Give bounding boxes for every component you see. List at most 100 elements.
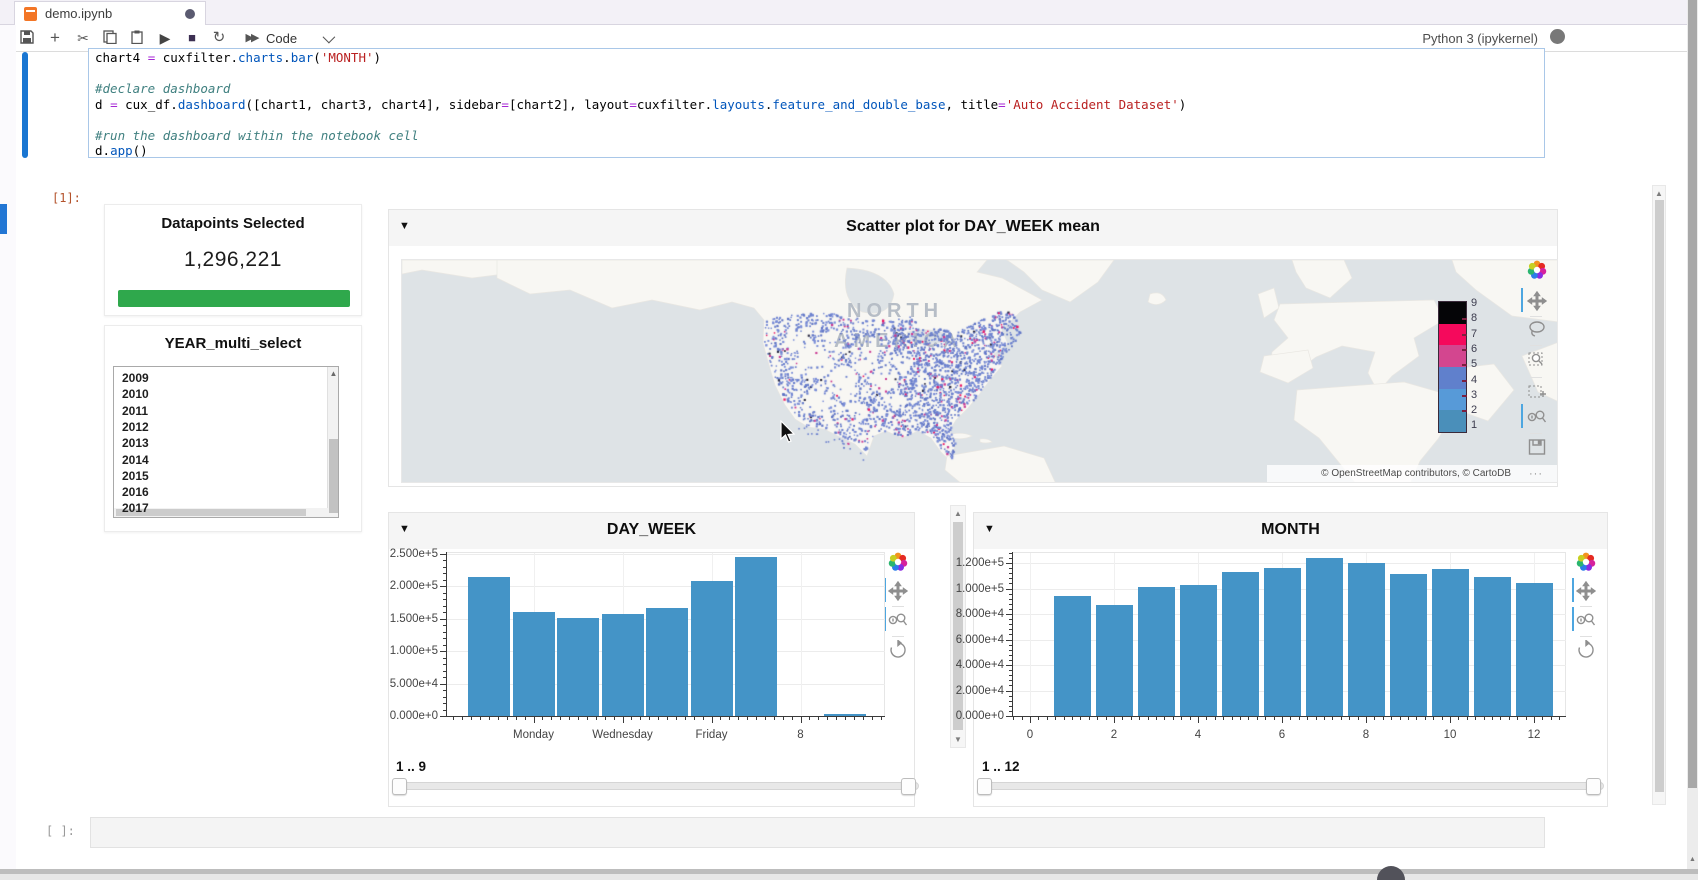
attribution-more-button[interactable]: ··· — [1529, 468, 1543, 480]
run-cell-button[interactable]: ▶ — [154, 28, 176, 48]
x-minor-tick — [1475, 717, 1476, 720]
day-week-range-label: 1 .. 9 — [396, 759, 426, 774]
bar-10[interactable] — [1432, 569, 1469, 716]
slider-handle-left[interactable] — [392, 778, 407, 795]
x-minor-tick — [1248, 717, 1249, 720]
slider-handle-right[interactable] — [901, 778, 916, 795]
year-option-2016[interactable]: 2016 — [122, 485, 149, 500]
year-list-vertical-scrollbar[interactable]: ▲ — [327, 367, 338, 517]
empty-code-cell[interactable] — [90, 817, 1545, 848]
slider-handle-left[interactable] — [977, 778, 992, 795]
scroll-thumb[interactable] — [953, 522, 963, 730]
lasso-select-tool-icon[interactable] — [1527, 319, 1547, 339]
kernel-name[interactable]: Python 3 (ipykernel) — [1422, 31, 1538, 46]
year-listbox[interactable]: ▲ 20092010 201120122013 2014201520162017 — [113, 366, 339, 518]
bar-1[interactable] — [468, 577, 510, 716]
reset-tool-icon[interactable] — [1576, 640, 1596, 660]
pan-tool-icon[interactable] — [1527, 291, 1547, 311]
restart-run-all-button[interactable]: ▶▶ — [236, 28, 266, 48]
toolbar-separator — [1530, 345, 1542, 346]
reset-tool-icon[interactable] — [888, 640, 908, 660]
wheel-zoom-tool-icon[interactable] — [888, 610, 908, 630]
cell-type-select[interactable]: Code — [266, 27, 344, 49]
month-range-slider[interactable] — [980, 782, 1604, 790]
bar-7[interactable] — [735, 557, 777, 716]
bar-8[interactable] — [1348, 563, 1385, 716]
x-minor-tick — [783, 717, 784, 720]
active-cell-indicator[interactable] — [22, 52, 28, 158]
scroll-thumb[interactable] — [329, 439, 338, 513]
add-cell-button[interactable]: + — [44, 28, 66, 48]
bar-7[interactable] — [1306, 558, 1343, 716]
bar-5[interactable] — [1222, 572, 1259, 716]
save-button[interactable] — [16, 28, 38, 48]
cut-cells-button[interactable]: ✂ — [72, 28, 94, 48]
map-attribution[interactable]: © OpenStreetMap contributors, © CartoDB — [1321, 468, 1511, 479]
y-tick-label: 2.000e+4 — [946, 685, 1004, 697]
slider-handle-right[interactable] — [1586, 778, 1601, 795]
pan-tool-icon[interactable] — [888, 581, 908, 601]
scroll-up-icon[interactable]: ▲ — [1653, 189, 1665, 198]
code-line: #run the dashboard within the notebook c… — [95, 128, 419, 143]
year-option-2010[interactable]: 2010 — [122, 387, 149, 402]
paste-cells-button[interactable] — [126, 28, 148, 48]
output-scrollbar[interactable]: ▲ — [1652, 185, 1666, 805]
scroll-down-icon[interactable]: ▼ — [951, 735, 965, 744]
x-minor-tick — [1366, 717, 1367, 720]
colorbar-tick — [1462, 334, 1467, 336]
scroll-thumb[interactable] — [1655, 200, 1664, 792]
day-week-range-slider[interactable] — [395, 782, 919, 790]
x-minor-tick — [1131, 717, 1132, 720]
save-tool-icon[interactable] — [1527, 437, 1547, 457]
code-editor[interactable]: chart4 = cuxfilter.charts.bar('MONTH')#d… — [88, 48, 1545, 158]
empty-input-prompt: [ ]: — [46, 824, 75, 838]
scatter-plot-panel: ▼ Scatter plot for DAY_WEEK mean NORTH A… — [388, 209, 1558, 487]
scroll-up-icon[interactable]: ▲ — [329, 369, 338, 378]
x-minor-tick — [720, 717, 721, 720]
bar-4[interactable] — [1180, 585, 1217, 716]
code-token: cux_df. — [118, 97, 178, 112]
year-option-2013[interactable]: 2013 — [122, 436, 149, 451]
box-zoom-tool-icon[interactable] — [1527, 349, 1547, 369]
kernel-status-icon[interactable] — [1550, 29, 1565, 44]
stop-kernel-button[interactable]: ■ — [181, 28, 203, 48]
tab-demo-ipynb[interactable]: demo.ipynb — [14, 1, 206, 25]
year-option-2014[interactable]: 2014 — [122, 453, 149, 468]
code-token: ( — [313, 50, 321, 65]
colorbar-tick — [1462, 364, 1467, 366]
x-minor-tick — [1517, 717, 1518, 720]
year-option-2011[interactable]: 2011 — [122, 404, 148, 419]
wheel-zoom-tool-icon[interactable] — [1576, 610, 1596, 630]
year-option-2012[interactable]: 2012 — [122, 420, 149, 435]
bar-6[interactable] — [1264, 568, 1301, 716]
x-minor-tick — [1450, 717, 1451, 720]
unsaved-dot-icon[interactable] — [185, 9, 195, 19]
bar-4[interactable] — [602, 614, 644, 716]
bar-1[interactable] — [1054, 596, 1091, 716]
us-accidents-map[interactable]: NORTH AMERICA © OpenStreetMap contributo… — [401, 259, 1558, 483]
bar-3[interactable] — [1138, 587, 1175, 716]
bar-2[interactable] — [1096, 605, 1133, 716]
wheel-zoom-tool-icon[interactable] — [1527, 407, 1547, 427]
bar-12[interactable] — [1516, 583, 1553, 716]
copy-cells-button[interactable] — [99, 28, 121, 48]
browser-scrollbar-thumb[interactable] — [1688, 0, 1697, 788]
year-option-2017[interactable]: 2017 — [122, 501, 149, 516]
code-token: . — [283, 50, 291, 65]
year-option-2009[interactable]: 2009 — [122, 371, 149, 386]
scroll-up-icon[interactable]: ▲ — [1687, 856, 1698, 863]
bar-2[interactable] — [513, 612, 555, 716]
scroll-up-icon[interactable]: ▲ — [951, 509, 965, 518]
bar-3[interactable] — [557, 618, 599, 716]
box-select-tool-icon[interactable] — [1527, 381, 1547, 401]
pan-tool-icon[interactable] — [1576, 581, 1596, 601]
restart-kernel-button[interactable]: ↻ — [208, 28, 230, 48]
bar-6[interactable] — [691, 581, 733, 716]
bar-5[interactable] — [646, 608, 688, 716]
bar-11[interactable] — [1474, 577, 1511, 716]
year-option-2015[interactable]: 2015 — [122, 469, 149, 484]
x-minor-tick — [1526, 717, 1527, 720]
y-tick-label: 1.000e+5 — [380, 645, 438, 657]
bar-9[interactable] — [1390, 574, 1427, 716]
code-line: chart4 = cuxfilter.charts.bar('MONTH') — [95, 50, 381, 65]
